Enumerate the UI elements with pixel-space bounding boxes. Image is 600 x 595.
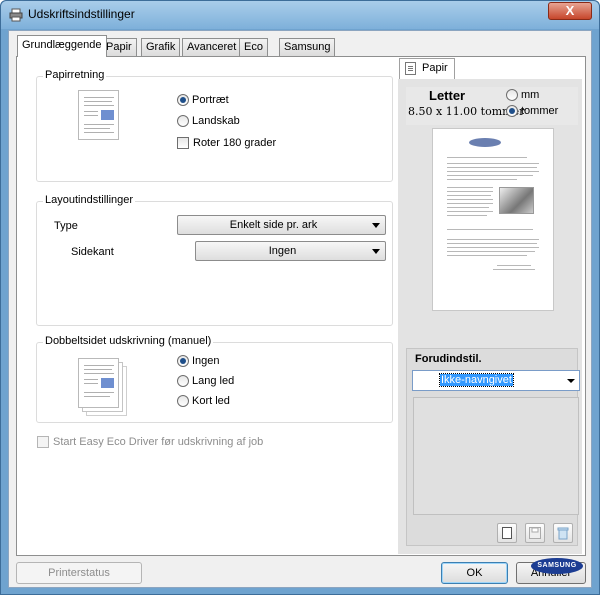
- portrait-label: Portræt: [192, 94, 229, 106]
- duplex-short-label: Kort led: [192, 395, 230, 407]
- presets-list[interactable]: [413, 397, 579, 515]
- unit-mm-radio[interactable]: mm: [506, 89, 539, 101]
- duplex-short-edge-radio[interactable]: Kort led: [177, 395, 230, 407]
- duplex-none-label: Ingen: [192, 355, 220, 367]
- save-preset-button[interactable]: [525, 523, 545, 543]
- tab-advanced[interactable]: Avanceret: [182, 38, 242, 56]
- duplex-legend: Dobbeltsidet udskrivning (manuel): [43, 335, 214, 347]
- type-select[interactable]: Enkelt side pr. ark: [177, 215, 386, 235]
- type-select-value: Enkelt side pr. ark: [229, 219, 318, 231]
- easy-eco-label: Start Easy Eco Driver før udskrivning af…: [53, 436, 264, 448]
- radio-selected-icon: [177, 355, 189, 367]
- unit-inch-radio[interactable]: tommer: [506, 105, 558, 117]
- border-select[interactable]: Ingen: [195, 241, 386, 261]
- radio-unselected-icon: [177, 115, 189, 127]
- presets-select-value: Ikke-navngivet: [439, 373, 514, 387]
- duplex-thumbnail: [78, 358, 119, 408]
- landscape-radio[interactable]: Landskab: [177, 115, 240, 127]
- printer-status-button[interactable]: Printerstatus: [16, 562, 142, 584]
- preview-image-thumbnail: [499, 187, 534, 214]
- duplex-long-edge-radio[interactable]: Lang led: [177, 375, 234, 387]
- rotate-180-label: Roter 180 grader: [193, 137, 277, 149]
- samsung-logo: SAMSUNG: [531, 558, 583, 574]
- checkbox-icon: [177, 137, 189, 149]
- unit-inch-label: tommer: [521, 105, 559, 117]
- new-page-icon: [502, 527, 512, 539]
- page-icon: [405, 62, 416, 75]
- radio-unselected-icon: [506, 89, 518, 101]
- radio-unselected-icon: [177, 395, 189, 407]
- printer-icon: [9, 8, 23, 22]
- save-icon: [529, 527, 541, 539]
- layout-legend: Layoutindstillinger: [43, 194, 136, 206]
- tab-basic[interactable]: Grundlæggende: [17, 35, 107, 57]
- window-title: Udskriftsindstillinger: [28, 7, 135, 21]
- trash-icon: [557, 527, 569, 540]
- radio-unselected-icon: [177, 375, 189, 387]
- portrait-radio[interactable]: Portræt: [177, 94, 229, 106]
- chevron-down-icon: [567, 379, 575, 383]
- presets-title: Forudindstil.: [415, 353, 482, 365]
- radio-selected-icon: [506, 105, 518, 117]
- close-button[interactable]: X: [548, 2, 592, 20]
- print-settings-window: Udskriftsindstillinger X Grundlæggende P…: [0, 0, 600, 595]
- dialog-body: Grundlæggende Papir Grafik Avanceret Eco…: [8, 30, 592, 588]
- tab-samsung[interactable]: Samsung: [279, 38, 336, 56]
- rotate-180-checkbox[interactable]: Roter 180 grader: [177, 137, 276, 149]
- page-preview: [432, 128, 554, 311]
- preview-tab-label: Papir: [422, 62, 448, 74]
- paper-size-name: Letter: [429, 88, 466, 103]
- chevron-down-icon: [372, 249, 380, 254]
- chevron-down-icon: [372, 223, 380, 228]
- duplex-none-radio[interactable]: Ingen: [177, 355, 220, 367]
- orientation-legend: Papirretning: [43, 69, 107, 81]
- title-bar[interactable]: Udskriftsindstillinger X: [1, 1, 599, 29]
- easy-eco-checkbox[interactable]: Start Easy Eco Driver før udskrivning af…: [37, 436, 263, 448]
- unit-mm-label: mm: [521, 89, 540, 101]
- delete-preset-button[interactable]: [553, 523, 573, 543]
- new-preset-button[interactable]: [497, 523, 517, 543]
- portrait-thumbnail: [78, 90, 119, 140]
- ok-button[interactable]: OK: [441, 562, 508, 584]
- preview-paper-tab[interactable]: Papir: [399, 58, 455, 79]
- type-label: Type: [54, 220, 78, 232]
- border-label: Sidekant: [71, 246, 114, 258]
- checkbox-icon: [37, 436, 49, 448]
- presets-select[interactable]: Ikke-navngivet: [412, 370, 580, 391]
- duplex-long-label: Lang led: [192, 375, 235, 387]
- border-select-value: Ingen: [268, 245, 297, 257]
- tab-eco[interactable]: Eco: [239, 38, 268, 56]
- samsung-preview-logo: [469, 138, 501, 147]
- landscape-label: Landskab: [192, 115, 240, 127]
- radio-selected-icon: [177, 94, 189, 106]
- tab-graphics[interactable]: Grafik: [141, 38, 181, 56]
